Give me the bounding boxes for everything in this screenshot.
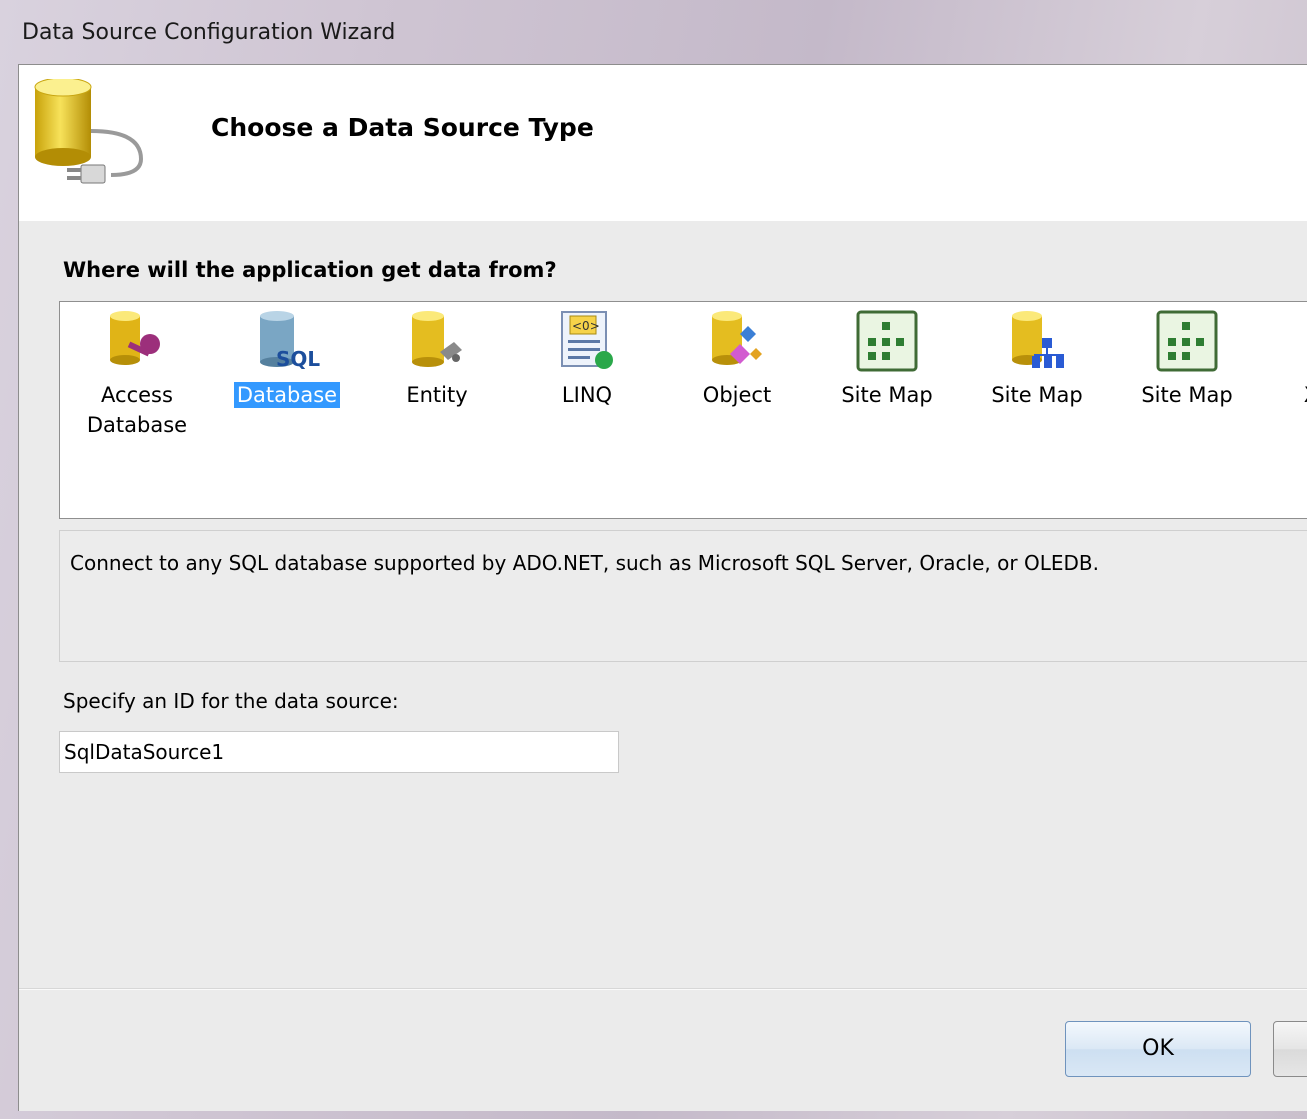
source-label: Object — [702, 383, 772, 407]
linq-icon: <0> — [561, 311, 613, 369]
access-database-icon — [110, 311, 160, 365]
source-description: Connect to any SQL database supported by… — [70, 551, 1099, 575]
site-map-icon — [1156, 310, 1218, 372]
svg-text:<0>: <0> — [572, 319, 600, 333]
sql-database-icon: SQL — [260, 311, 320, 371]
entity-icon — [412, 311, 462, 367]
cancel-button[interactable] — [1273, 1021, 1307, 1077]
source-tile-site-map[interactable]: Site Map — [812, 302, 962, 452]
source-label: Entity — [406, 383, 468, 407]
source-tile-access-database[interactable]: Access Database — [62, 302, 212, 452]
footer-separator — [19, 988, 1307, 990]
title-bar[interactable]: Data Source Configuration Wizard — [0, 0, 1307, 64]
source-tile-entity[interactable]: Entity — [362, 302, 512, 452]
site-map-hierarchy-icon — [1012, 311, 1064, 368]
source-tile-site-map-hierarchy[interactable]: Site Map — [962, 302, 1112, 452]
source-question-label: Where will the application get data from… — [63, 258, 557, 282]
source-tile-object[interactable]: Object — [662, 302, 812, 452]
source-label: Site Map — [991, 383, 1083, 407]
site-map-icon — [856, 310, 918, 372]
wizard-window: Data Source Configuration Wizard Choose … — [0, 0, 1307, 1119]
source-label: X — [1236, 380, 1307, 410]
ok-button[interactable]: OK — [1065, 1021, 1251, 1077]
source-tile-database[interactable]: SQL Database — [212, 302, 362, 452]
wizard-header: Choose a Data Source Type — [19, 65, 1307, 221]
data-source-type-list[interactable]: Access Database SQL Database Entity <0> … — [59, 301, 1307, 519]
data-source-id-input[interactable] — [59, 731, 619, 773]
window-title: Data Source Configuration Wizard — [22, 20, 396, 45]
page-title: Choose a Data Source Type — [211, 113, 594, 142]
source-tile-xml[interactable]: X — [1236, 302, 1307, 452]
svg-text:SQL: SQL — [276, 347, 320, 371]
wizard-client-area: Choose a Data Source Type Where will the… — [18, 64, 1307, 1111]
source-tile-linq[interactable]: <0> LINQ — [512, 302, 662, 452]
database-plug-icon — [34, 79, 144, 184]
source-label: Database — [212, 380, 362, 410]
source-label: Access Database — [86, 383, 188, 437]
object-icon — [712, 311, 762, 365]
id-field-label: Specify an ID for the data source: — [63, 689, 399, 713]
description-panel: Connect to any SQL database supported by… — [59, 530, 1307, 662]
source-label: LINQ — [561, 383, 613, 407]
source-label: Site Map — [841, 383, 933, 407]
